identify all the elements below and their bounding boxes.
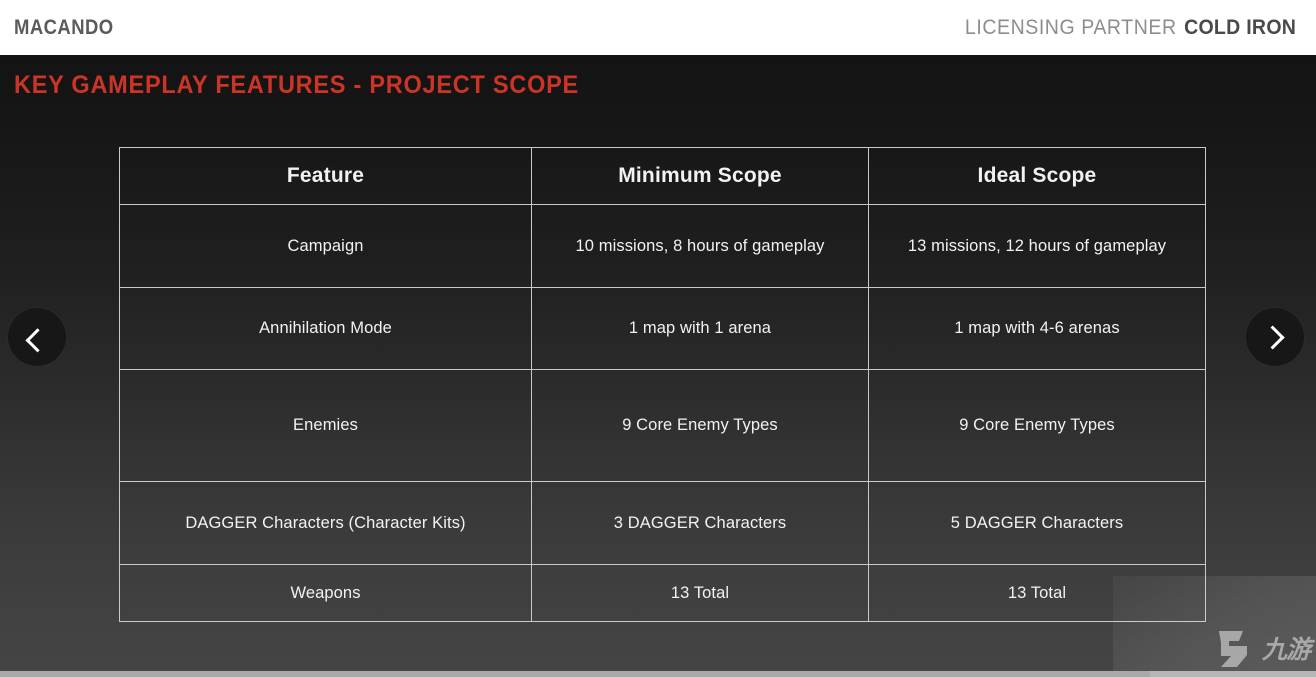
licensing-partner: LICENSING PARTNER COLD IRON (965, 16, 1296, 40)
table-row: Weapons 13 Total 13 Total (119, 564, 1206, 622)
nine-game-logo-icon (1218, 631, 1247, 667)
cell-minimum: 3 DAGGER Characters (531, 481, 869, 565)
chevron-right-icon (1260, 324, 1285, 350)
cell-feature: Weapons (119, 564, 532, 622)
column-header-ideal-scope: Ideal Scope (868, 147, 1206, 205)
slide-viewer: MACANDO LICENSING PARTNER COLD IRON KEY … (0, 0, 1316, 677)
cell-feature: Annihilation Mode (119, 287, 532, 370)
table-row: Annihilation Mode 1 map with 1 arena 1 m… (119, 287, 1206, 370)
chevron-left-icon (24, 327, 50, 352)
cell-ideal: 13 Total (868, 564, 1206, 622)
cell-ideal: 9 Core Enemy Types (868, 369, 1206, 482)
cell-minimum: 13 Total (531, 564, 869, 622)
brand-logo-macando: MACANDO (14, 15, 114, 39)
table-row: DAGGER Characters (Character Kits) 3 DAG… (119, 481, 1206, 565)
column-header-minimum-scope: Minimum Scope (531, 147, 869, 205)
watermark-logo: 九游 (1213, 629, 1311, 669)
table-row: Campaign 10 missions, 8 hours of gamepla… (119, 204, 1206, 288)
scope-table: Feature Minimum Scope Ideal Scope Campai… (119, 147, 1206, 622)
cell-feature: Enemies (119, 369, 532, 482)
column-header-feature: Feature (119, 147, 532, 205)
cell-feature: DAGGER Characters (Character Kits) (119, 481, 532, 565)
scrollbar-thumb[interactable] (0, 671, 1150, 677)
cell-ideal: 13 missions, 12 hours of gameplay (868, 204, 1206, 288)
next-slide-button[interactable] (1246, 308, 1304, 366)
cell-ideal: 5 DAGGER Characters (868, 481, 1206, 565)
horizontal-scrollbar[interactable] (0, 671, 1316, 677)
table-row: Enemies 9 Core Enemy Types 9 Core Enemy … (119, 369, 1206, 482)
cell-minimum: 10 missions, 8 hours of gameplay (531, 204, 869, 288)
previous-slide-button[interactable] (8, 308, 66, 366)
watermark-text: 九游 (1261, 634, 1311, 664)
cell-minimum: 9 Core Enemy Types (531, 369, 869, 482)
cell-ideal: 1 map with 4-6 arenas (868, 287, 1206, 370)
table-header-row: Feature Minimum Scope Ideal Scope (119, 147, 1206, 205)
licensing-partner-name: COLD IRON (1183, 15, 1296, 39)
cell-minimum: 1 map with 1 arena (531, 287, 869, 370)
cell-feature: Campaign (119, 204, 532, 288)
top-header-bar: MACANDO LICENSING PARTNER COLD IRON (0, 0, 1316, 55)
licensing-partner-label: LICENSING PARTNER (964, 15, 1177, 39)
page-title: KEY GAMEPLAY FEATURES - PROJECT SCOPE (14, 71, 579, 99)
